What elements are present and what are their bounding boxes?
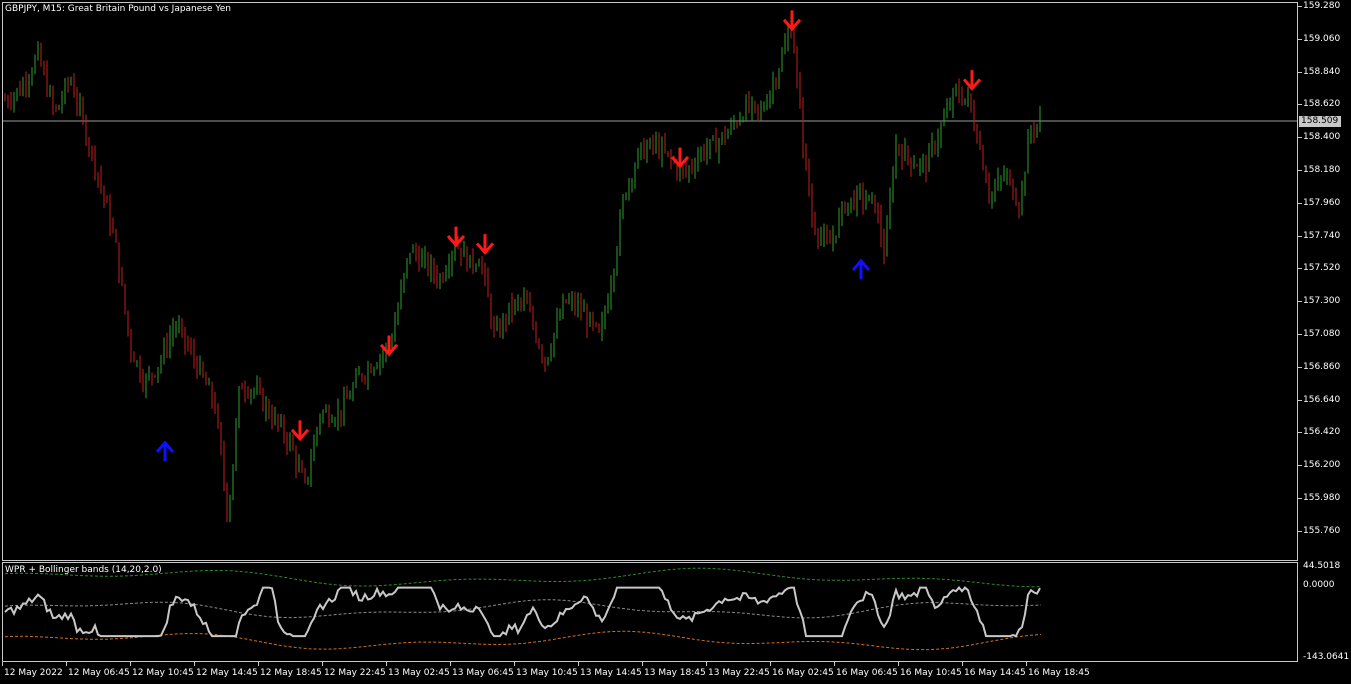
time-axis-tick <box>450 662 451 666</box>
price-axis-tick <box>1298 498 1302 499</box>
time-axis-tick <box>1026 662 1027 666</box>
time-axis-label: 12 May 14:45 <box>196 668 258 678</box>
time-axis-label: 16 May 02:45 <box>772 668 834 678</box>
price-axis-tick <box>1298 6 1302 7</box>
price-axis-tick <box>1298 104 1302 106</box>
sell-arrow <box>290 420 310 442</box>
sell-arrow <box>475 234 495 255</box>
time-axis-label: 16 May 10:45 <box>900 668 962 678</box>
time-axis-tick <box>962 662 963 666</box>
price-axis-label: 157.520 <box>1303 263 1341 274</box>
time-axis-tick <box>130 662 131 666</box>
price-axis-tick <box>1298 301 1302 303</box>
middle-bollinger-band <box>4 599 1042 619</box>
time-axis-label: 12 May 06:45 <box>68 668 130 678</box>
time-axis-tick <box>770 662 771 666</box>
price-axis-tick <box>1298 235 1302 237</box>
time-axis-label: 13 May 14:45 <box>580 668 642 678</box>
indicator-axis-label: 0.0000 <box>1303 580 1335 590</box>
time-axis-label: 13 May 06:45 <box>452 668 514 678</box>
sell-arrow-icon <box>379 335 399 357</box>
time-axis-label: 12 May 22:45 <box>324 668 386 678</box>
price-axis-label: 159.280 <box>1303 1 1341 11</box>
time-axis-label: 12 May 10:45 <box>132 668 194 678</box>
price-axis-label: 158.400 <box>1303 132 1341 143</box>
price-axis-label: 158.620 <box>1303 99 1341 110</box>
buy-arrow-icon <box>155 440 175 462</box>
indicator-axis-label: 44.5018 <box>1303 561 1341 571</box>
indicator-axis-label: -143.0641 <box>1303 652 1350 662</box>
price-axis-label: 157.960 <box>1303 197 1341 208</box>
time-axis-label: 16 May 18:45 <box>1028 668 1090 678</box>
price-axis-label: 158.180 <box>1303 165 1341 175</box>
sell-arrow <box>962 70 982 91</box>
buy-arrow <box>851 258 871 280</box>
time-axis-label: 13 May 10:45 <box>516 668 578 678</box>
price-axis-tick <box>1298 530 1302 532</box>
time-axis-tick <box>386 662 387 666</box>
price-axis-tick <box>1298 137 1302 139</box>
sell-arrow <box>446 226 466 248</box>
price-axis-label: 156.860 <box>1303 361 1341 372</box>
sell-arrow-icon <box>962 70 982 91</box>
price-axis-label: 155.760 <box>1303 525 1341 536</box>
buy-arrow <box>155 440 175 462</box>
time-axis-tick <box>706 662 707 666</box>
time-axis-tick <box>2 662 3 666</box>
time-axis-label: 12 May 2022 <box>4 668 63 678</box>
price-axis-label: 158.840 <box>1303 66 1341 77</box>
price-axis-label: 157.080 <box>1303 329 1341 339</box>
time-axis-label: 16 May 14:45 <box>964 668 1026 678</box>
price-axis-label: 156.420 <box>1303 427 1341 438</box>
price-axis-label: 156.200 <box>1303 460 1341 471</box>
price-axis-tick <box>1298 465 1302 467</box>
wpr-line[interactable] <box>4 586 1041 638</box>
price-axis-tick <box>1298 71 1302 73</box>
price-axis-tick <box>1298 399 1302 401</box>
sell-arrow <box>379 335 399 357</box>
chart-title: GBPJPY, M15: Great Britain Pound vs Japa… <box>5 4 231 14</box>
price-axis-label: 156.640 <box>1303 394 1341 405</box>
current-price-badge: 158.509 <box>1299 115 1341 127</box>
sell-arrow-icon <box>670 147 690 169</box>
time-axis-tick <box>194 662 195 666</box>
time-axis-tick <box>514 662 515 666</box>
time-axis-label: 12 May 18:45 <box>260 668 322 678</box>
sell-arrow-icon <box>446 226 466 248</box>
time-axis-tick <box>578 662 579 666</box>
sell-arrow-icon <box>290 420 310 442</box>
time-axis-label: 13 May 22:45 <box>708 668 770 678</box>
sell-arrow <box>782 10 802 32</box>
sell-arrow-icon <box>475 234 495 255</box>
price-axis-tick <box>1298 366 1302 368</box>
time-axis-tick <box>898 662 899 666</box>
price-axis-label: 157.300 <box>1303 296 1341 307</box>
time-axis-tick <box>834 662 835 666</box>
lower-bollinger-band <box>4 630 1042 651</box>
price-axis-tick <box>1298 202 1302 204</box>
sell-arrow-icon <box>782 10 802 32</box>
price-axis-label: 155.980 <box>1303 493 1341 503</box>
price-axis-tick <box>1298 268 1302 270</box>
indicator-title: WPR + Bollinger bands (14,20,2.0) <box>5 565 162 575</box>
buy-arrow-icon <box>851 258 871 280</box>
price-axis-label: 157.740 <box>1303 230 1341 241</box>
price-axis-label: 159.060 <box>1303 33 1341 44</box>
time-axis-tick <box>322 662 323 666</box>
time-axis-tick <box>66 662 67 666</box>
time-axis-tick <box>642 662 643 666</box>
time-axis-label: 16 May 06:45 <box>836 668 898 678</box>
sell-arrow <box>670 147 690 169</box>
time-axis-tick <box>258 662 259 666</box>
price-axis-tick <box>1298 432 1302 434</box>
price-axis-tick <box>1298 334 1302 335</box>
price-axis-tick <box>1298 38 1302 40</box>
price-axis-tick <box>1298 170 1302 171</box>
time-axis-label: 13 May 18:45 <box>644 668 706 678</box>
time-axis-label: 13 May 02:45 <box>388 668 450 678</box>
chart-canvas[interactable] <box>0 0 1351 684</box>
